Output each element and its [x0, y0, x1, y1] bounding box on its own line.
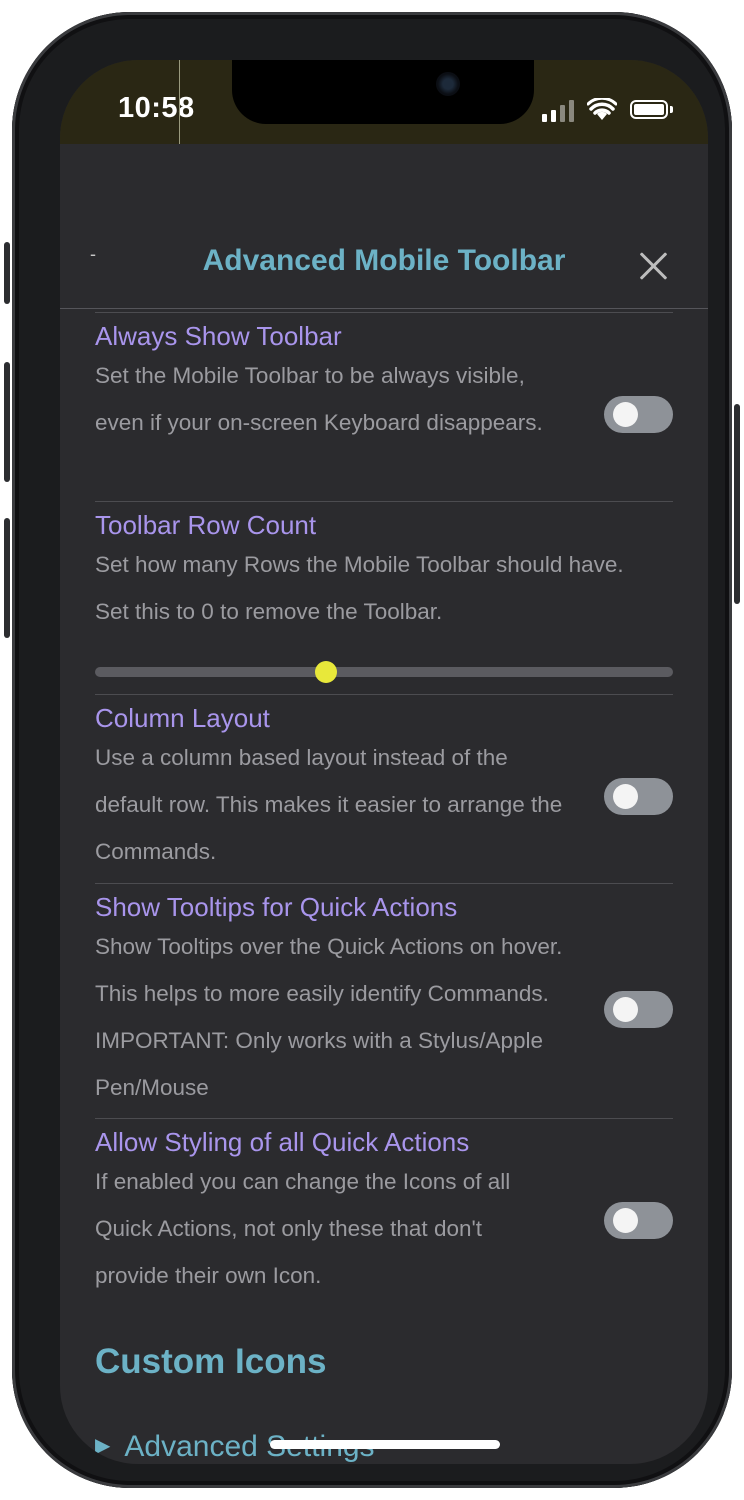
- toolbar-row-count-slider[interactable]: [95, 667, 673, 677]
- modal-header: - Advanced Mobile Toolbar: [60, 232, 708, 309]
- modal-title: Advanced Mobile Toolbar: [202, 244, 566, 277]
- phone-frame: 10:58 - Advanced Mobile Toolbar Always S…: [4, 12, 740, 1488]
- front-camera-icon: [436, 72, 460, 96]
- text-cursor: [179, 60, 180, 144]
- notch: [232, 60, 534, 124]
- setting-description: Use a column based layout instead of the…: [95, 745, 563, 864]
- always-show-toolbar-toggle[interactable]: [604, 396, 673, 433]
- wifi-icon: [587, 98, 617, 120]
- screen: 10:58 - Advanced Mobile Toolbar Always S…: [60, 60, 708, 1464]
- toggle-knob: [613, 1208, 638, 1233]
- volume-up-button: [4, 362, 10, 482]
- section-title-custom-icons: Custom Icons: [95, 1342, 327, 1381]
- setting-always-show-toolbar: Always Show Toolbar Set the Mobile Toolb…: [95, 312, 673, 502]
- battery-level: [634, 104, 664, 115]
- toggle-knob: [613, 402, 638, 427]
- setting-name: Toolbar Row Count: [95, 510, 317, 540]
- status-bar: 10:58: [60, 60, 708, 144]
- setting-description: Set the Mobile Toolbar to be always visi…: [95, 363, 543, 435]
- battery-tip: [670, 106, 673, 113]
- column-layout-toggle[interactable]: [604, 778, 673, 815]
- triangle-right-icon: ▶: [95, 1435, 111, 1457]
- setting-description: Show Tooltips over the Quick Actions on …: [95, 934, 563, 1100]
- setting-toolbar-row-count: Toolbar Row Count Set how many Rows the …: [95, 501, 673, 695]
- close-icon[interactable]: [638, 250, 670, 282]
- toggle-knob: [613, 784, 638, 809]
- status-icons: [542, 98, 682, 122]
- cellular-signal-bar: [551, 110, 556, 122]
- setting-description: If enabled you can change the Icons of a…: [95, 1169, 511, 1288]
- volume-down-button: [4, 518, 10, 638]
- allow-styling-toggle[interactable]: [604, 1202, 673, 1239]
- setting-column-layout: Column Layout Use a column based layout …: [95, 694, 673, 884]
- status-time: 10:58: [118, 92, 195, 124]
- slider-thumb[interactable]: [315, 661, 337, 683]
- setting-description: Set how many Rows the Mobile Toolbar sho…: [95, 552, 624, 624]
- power-button: [734, 404, 740, 604]
- battery-icon: [630, 100, 668, 119]
- cellular-signal-bar: [560, 105, 565, 122]
- cellular-signal-bar: [569, 100, 574, 122]
- action-button: [4, 242, 10, 304]
- setting-name: Always Show Toolbar: [95, 321, 342, 351]
- home-indicator[interactable]: [270, 1440, 500, 1449]
- setting-name: Show Tooltips for Quick Actions: [95, 892, 458, 922]
- cellular-signal-icon: [542, 114, 547, 122]
- setting-name: Column Layout: [95, 703, 270, 733]
- toggle-knob: [613, 997, 638, 1022]
- setting-name: Allow Styling of all Quick Actions: [95, 1127, 470, 1157]
- show-tooltips-toggle[interactable]: [604, 991, 673, 1028]
- setting-show-tooltips: Show Tooltips for Quick Actions Show Too…: [95, 883, 673, 1119]
- setting-allow-styling: Allow Styling of all Quick Actions If en…: [95, 1118, 673, 1318]
